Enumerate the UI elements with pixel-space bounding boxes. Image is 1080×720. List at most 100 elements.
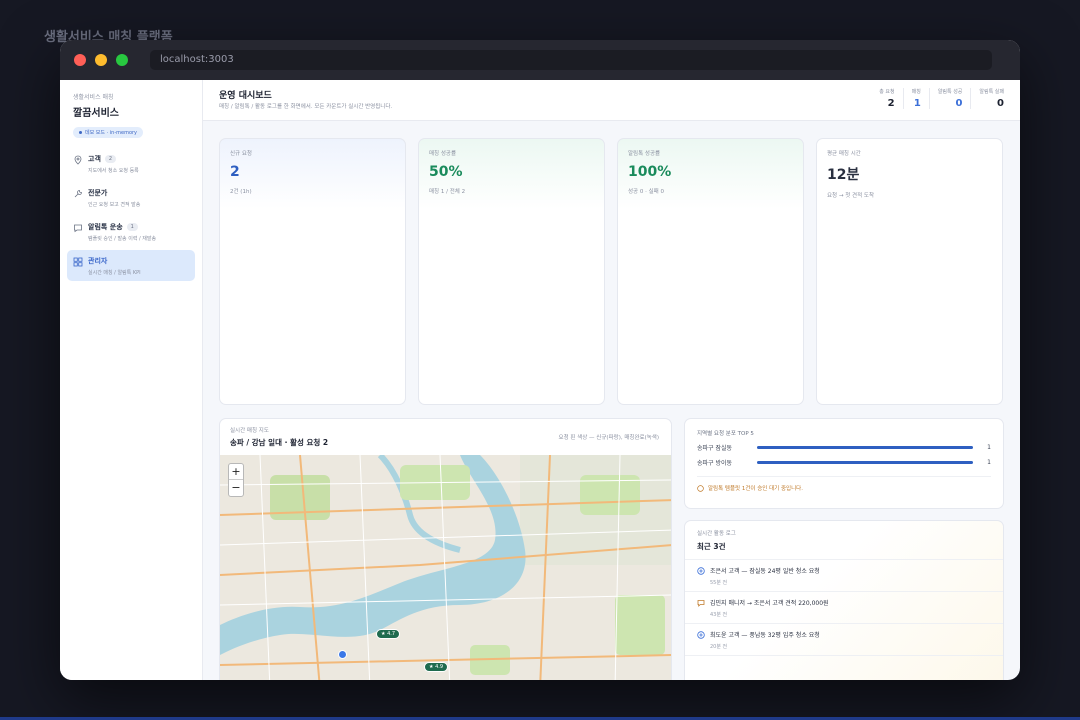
sidebar-item-description: 인근 요청 보고 견적 발송: [88, 202, 141, 208]
stat-label: 총 요청: [879, 89, 895, 95]
address-bar[interactable]: localhost:3003: [150, 50, 992, 70]
stat-label: 알림톡 성공: [937, 89, 963, 95]
kpi-value: 2: [230, 164, 240, 180]
live-map-panel: 실시간 매칭 지도 송파 / 강남 일대 · 활성 요청 2 요청 핀 색상 —…: [219, 418, 672, 680]
sidebar-item-label: 알림톡 운송: [88, 223, 123, 231]
kpi-description: 2건 (1h): [230, 189, 252, 195]
region-row: 송파구 잠실동 1: [697, 443, 991, 452]
list-item[interactable]: 조은서 고객 — 잠실동 24평 일반 청소 요청 55분 전: [685, 560, 1003, 592]
matched-request-pin[interactable]: ★ 4.7: [376, 629, 401, 639]
demo-mode-badge: 데모 모드 · in-memory: [73, 127, 144, 138]
brand-name: 깔끔서비스: [73, 108, 119, 119]
status-dot-icon: [79, 131, 82, 134]
sidebar-item-description: 실시간 매칭 / 알림톡 KPI: [88, 270, 141, 276]
sidebar-item-admin[interactable]: 관리자 실시간 매칭 / 알림톡 KPI: [67, 250, 195, 281]
region-distribution-panel: 지역별 요청 분포 TOP 5 송파구 잠실동 1 송파구 방이동 1 알림톡 …: [684, 418, 1004, 509]
message-icon: [74, 224, 82, 233]
demo-mode-label: 데모 모드 · in-memory: [85, 130, 138, 136]
stat-total-requests: 총 요청 2: [871, 88, 904, 109]
wrench-icon: [74, 190, 82, 198]
clock-icon: [697, 484, 704, 492]
kpi-description: 요청 → 첫 견적 도착: [827, 193, 875, 199]
kpi-card-alimtalk-rate: 알림톡 성공률 100% 성공 0 · 실패 0: [617, 138, 804, 405]
zoom-in-button[interactable]: +: [229, 464, 243, 480]
region-row: 송파구 방이동 1: [697, 458, 991, 467]
stat-value: 0: [997, 98, 1004, 109]
region-panel-title: 지역별 요청 분포 TOP 5: [697, 431, 754, 437]
list-item[interactable]: 최도윤 고객 — 풍납동 32평 입주 청소 요청 20분 전: [685, 624, 1003, 656]
zoom-out-button[interactable]: −: [229, 480, 243, 496]
region-bar-fill: [757, 461, 974, 464]
message-icon: [697, 600, 705, 607]
region-count: 1: [987, 459, 991, 466]
region-name: 송파구 방이동: [697, 460, 733, 467]
close-window-button[interactable]: [74, 54, 86, 66]
kpi-label: 매칭 성공률: [429, 151, 457, 157]
new-request-pin[interactable]: [338, 650, 347, 659]
activity-log-list: 조은서 고객 — 잠실동 24평 일반 청소 요청 55분 전 김민지 매니저 …: [685, 559, 1003, 656]
log-time: 20분 전: [710, 644, 728, 650]
matched-request-pin[interactable]: ★ 4.9: [424, 662, 449, 672]
list-item[interactable]: 김민지 매니저 → 조은서 고객 견적 220,000원 43분 전: [685, 592, 1003, 624]
log-time: 43분 전: [710, 612, 728, 618]
sidebar-item-label: 고객: [88, 155, 101, 163]
stat-label: 매칭: [911, 89, 921, 95]
stat-value: 2: [887, 98, 895, 109]
maximize-window-button[interactable]: [116, 54, 128, 66]
sidebar-item-customer[interactable]: 고객 2 지도에서 청소 요청 등록: [67, 148, 195, 179]
alimtalk-count-badge: 1: [126, 223, 138, 231]
sidebar-item-label: 관리자: [88, 257, 108, 265]
region-count: 1: [987, 444, 991, 451]
brand-subtitle: 생활서비스 매칭: [73, 94, 114, 101]
kpi-card-avg-match-time: 평균 매칭 시간 12분 요청 → 첫 견적 도착: [816, 138, 1003, 405]
browser-titlebar: localhost:3003: [60, 40, 1020, 80]
sidebar-item-description: 지도에서 청소 요청 등록: [88, 168, 139, 174]
page-header: 운영 대시보드 매칭 / 알림톡 / 활동 로그를 한 화면에서. 모든 카운트…: [203, 80, 1020, 121]
plus-circle-icon: [697, 631, 705, 639]
notice-text: 알림톡 템플릿 1건이 승인 대기 중입니다.: [708, 486, 803, 492]
region-bar-fill: [757, 446, 974, 449]
activity-log-panel: 실시간 활동 로그 최근 3건 조은서 고객 — 잠실동 24평 일반 청소 요…: [684, 520, 1004, 680]
map-legend: 요청 핀 색상 — 신규(파랑), 매칭완료(녹색): [558, 435, 659, 441]
stat-value: 0: [955, 98, 963, 109]
stat-label: 알림톡 실패: [979, 89, 1004, 95]
kpi-description: 성공 0 · 실패 0: [628, 189, 664, 195]
map-canvas[interactable]: + − ★ 4.7 ★ 4.9: [220, 452, 671, 680]
browser-window: localhost:3003 생활서비스 매칭 깔끔서비스 데모 모드 · in…: [60, 40, 1020, 680]
log-panel-title: 최근 3건: [697, 542, 726, 551]
kpi-value: 12분: [827, 167, 860, 183]
app-root: 생활서비스 매칭 깔끔서비스 데모 모드 · in-memory 고객 2 지도에…: [60, 80, 1020, 680]
kpi-label: 알림톡 성공률: [628, 151, 661, 157]
sidebar-item-alimtalk[interactable]: 알림톡 운송 1 템플릿 승인 / 발송 이력 / 재발송: [67, 216, 195, 247]
sidebar-item-label: 전문가: [88, 189, 108, 197]
sidebar-item-description: 템플릿 승인 / 발송 이력 / 재발송: [88, 236, 157, 242]
sidebar-item-expert[interactable]: 전문가 인근 요청 보고 견적 발송: [67, 182, 195, 213]
stat-value: 1: [913, 98, 921, 109]
kpi-description: 매칭 1 / 전체 2: [429, 189, 466, 195]
map-zoom-control: + −: [228, 463, 244, 497]
stat-matched: 매칭 1: [904, 88, 930, 109]
kpi-card-new-requests: 신규 요청 2 2건 (1h): [219, 138, 406, 405]
header-stats: 총 요청 2 매칭 1 알림톡 성공 0 알림톡 실패 0: [871, 88, 1004, 109]
dashboard-icon: [73, 257, 83, 267]
log-time: 55분 전: [710, 580, 728, 586]
map-pin-icon: [74, 155, 82, 165]
kpi-label: 평균 매칭 시간: [827, 151, 861, 157]
log-panel-label: 실시간 활동 로그: [697, 531, 736, 537]
minimize-window-button[interactable]: [95, 54, 107, 66]
kpi-value: 100%: [628, 164, 672, 180]
region-bar: [757, 461, 974, 464]
region-bar: [757, 446, 974, 449]
page-subtitle: 매칭 / 알림톡 / 활동 로그를 한 화면에서. 모든 카운트가 실시간 반영…: [219, 104, 393, 110]
kpi-label: 신규 요청: [230, 151, 252, 157]
customer-count-badge: 2: [104, 155, 117, 163]
log-text: 최도윤 고객 — 풍납동 32평 입주 청소 요청: [710, 632, 820, 639]
kpi-value: 50%: [429, 164, 463, 180]
map-panel-label: 실시간 매칭 지도: [230, 428, 269, 434]
main-content: 운영 대시보드 매칭 / 알림톡 / 활동 로그를 한 화면에서. 모든 카운트…: [203, 80, 1020, 680]
region-name: 송파구 잠실동: [697, 445, 733, 452]
stat-alimtalk-failure: 알림톡 실패 0: [971, 88, 1004, 109]
plus-circle-icon: [697, 567, 705, 575]
map-tiles: [220, 452, 671, 680]
page-title: 운영 대시보드: [219, 91, 272, 101]
